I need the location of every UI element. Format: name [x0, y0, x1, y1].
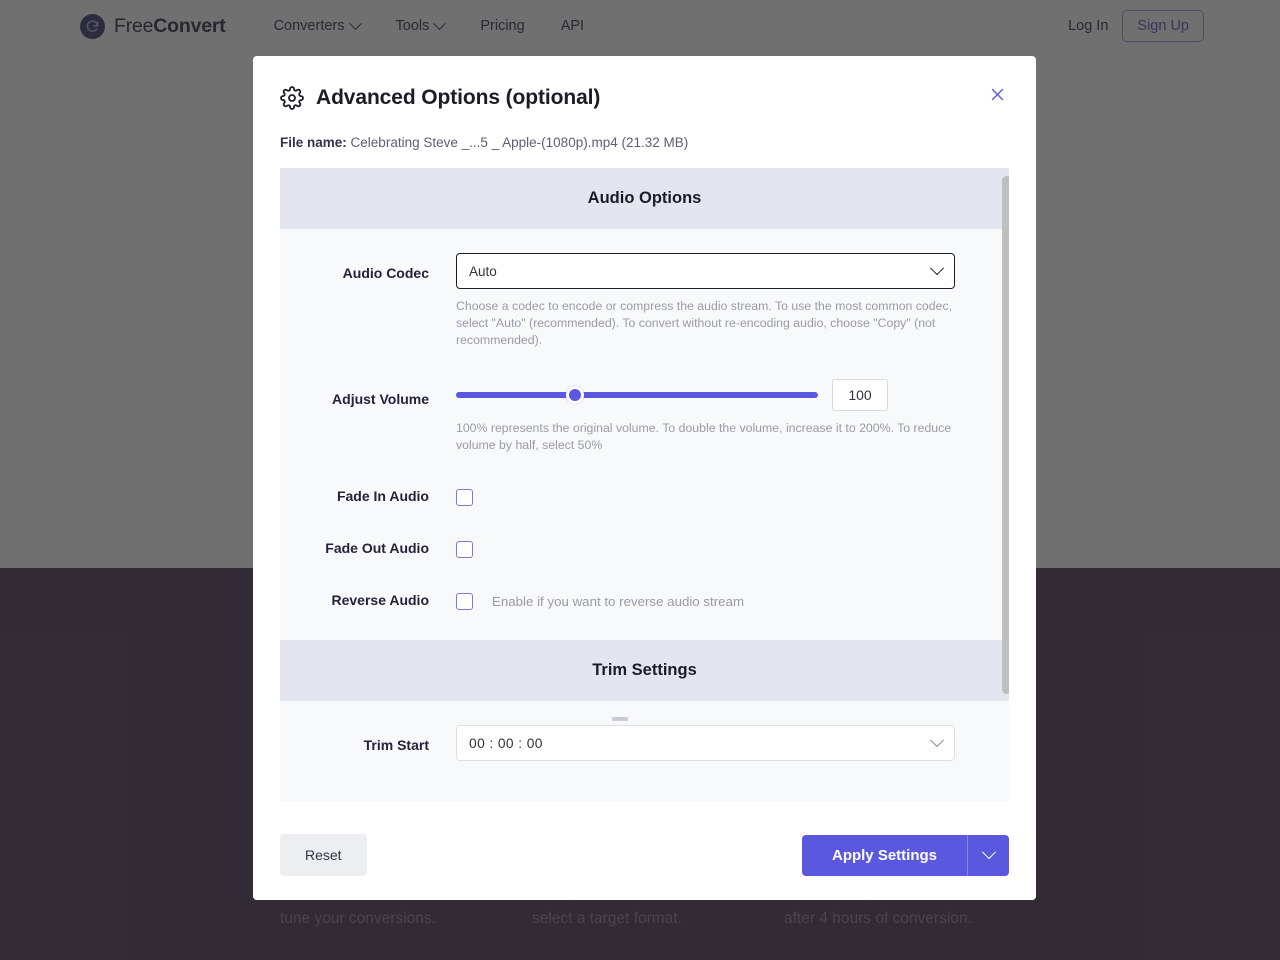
close-button[interactable] — [982, 81, 1012, 111]
chevron-down-icon — [981, 845, 996, 860]
fade-in-label: Fade In Audio — [336, 488, 429, 504]
adjust-volume-help: 100% represents the original volume. To … — [456, 421, 952, 452]
trim-start-row: Trim Start 00 : 00 : 00 — [280, 717, 1009, 761]
page-root: FreeConvert Converters Tools Pricing API… — [0, 0, 1280, 960]
fade-out-row-inner — [456, 532, 979, 558]
modal-scrollbar-thumb[interactable] — [1002, 176, 1009, 694]
trim-start-select[interactable]: 00 : 00 : 00 — [456, 717, 955, 761]
fade-out-control — [456, 532, 979, 558]
adjust-volume-row: Adjust Volume 100% represents the origin… — [280, 379, 1009, 454]
audio-codec-select[interactable]: Auto — [456, 253, 955, 289]
audio-options-body: Audio Codec Auto Choose a codec to encod… — [280, 229, 1009, 640]
audio-codec-row: Audio Codec Auto Choose a codec to encod… — [280, 253, 1009, 349]
volume-slider-row — [456, 379, 979, 411]
reverse-audio-label: Reverse Audio — [331, 592, 429, 608]
adjust-volume-control: 100% represents the original volume. To … — [456, 379, 979, 454]
trim-start-value: 00 : 00 : 00 — [469, 735, 543, 751]
fade-in-row: Fade In Audio — [280, 480, 1009, 506]
reverse-audio-hint: Enable if you want to reverse audio stre… — [492, 594, 745, 609]
reverse-audio-control: Enable if you want to reverse audio stre… — [456, 584, 979, 610]
audio-codec-label: Audio Codec — [342, 265, 429, 281]
file-name-label: File name: — [280, 135, 347, 150]
audio-options-heading: Audio Options — [280, 168, 1009, 229]
fade-in-row-inner — [456, 480, 979, 506]
modal-title: Advanced Options (optional) — [316, 86, 601, 109]
audio-codec-control: Auto Choose a codec to encode or compres… — [456, 253, 979, 349]
adjust-volume-label: Adjust Volume — [332, 391, 429, 407]
volume-slider[interactable] — [456, 384, 818, 406]
close-icon — [989, 86, 1006, 106]
volume-slider-track — [456, 392, 818, 398]
fade-out-label: Fade Out Audio — [325, 540, 429, 556]
modal-title-row: Advanced Options (optional) — [280, 86, 1009, 110]
trim-start-control: 00 : 00 : 00 — [456, 717, 979, 761]
reset-button[interactable]: Reset — [280, 834, 367, 876]
trim-start-label: Trim Start — [363, 737, 429, 753]
volume-slider-thumb[interactable] — [566, 386, 585, 404]
volume-number-input[interactable] — [832, 379, 888, 411]
fade-in-checkbox[interactable] — [456, 489, 473, 506]
chevron-down-icon — [929, 733, 945, 748]
fade-out-checkbox[interactable] — [456, 541, 473, 558]
apply-settings-dropdown-button[interactable] — [967, 834, 1009, 876]
gear-icon — [280, 86, 304, 110]
audio-codec-value: Auto — [469, 263, 497, 279]
fade-out-row: Fade Out Audio — [280, 532, 1009, 558]
modal-footer: Reset Apply Settings — [253, 810, 1036, 900]
reverse-audio-row-inner: Enable if you want to reverse audio stre… — [456, 584, 979, 610]
trim-handle-marker — [612, 717, 628, 721]
modal-scroll-content: Audio Options Audio Codec Auto Choose a … — [280, 168, 1009, 801]
apply-settings-group: Apply Settings — [801, 834, 1009, 876]
modal-scrollbar[interactable] — [1001, 168, 1009, 810]
file-name-row: File name: Celebrating Steve _...5 _ App… — [280, 135, 1009, 150]
reverse-audio-checkbox[interactable] — [456, 593, 473, 610]
modal-scroll-region[interactable]: Audio Options Audio Codec Auto Choose a … — [280, 168, 1009, 810]
reverse-audio-row: Reverse Audio Enable if you want to reve… — [280, 584, 1009, 610]
fade-in-control — [456, 480, 979, 506]
file-name-value: Celebrating Steve _...5 _ Apple-(1080p).… — [350, 135, 689, 150]
advanced-options-modal: Advanced Options (optional) File name: C… — [253, 56, 1036, 900]
modal-header: Advanced Options (optional) File name: C… — [253, 56, 1036, 150]
apply-settings-button[interactable]: Apply Settings — [801, 834, 967, 876]
audio-codec-help: Choose a codec to encode or compress the… — [456, 299, 953, 347]
trim-settings-heading: Trim Settings — [280, 640, 1009, 701]
trim-settings-body: Trim Start 00 : 00 : 00 — [280, 701, 1009, 801]
chevron-down-icon — [929, 261, 945, 276]
